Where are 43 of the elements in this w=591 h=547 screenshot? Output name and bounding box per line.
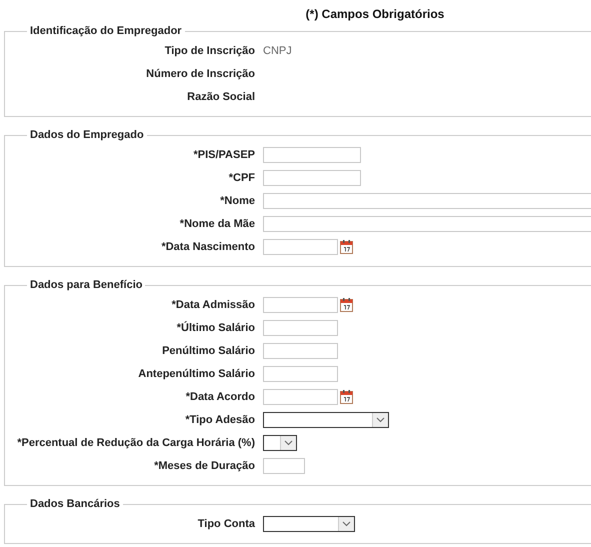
calendar-icon[interactable] bbox=[340, 298, 353, 312]
field-label: Antepenúltimo Salário bbox=[138, 368, 255, 380]
input-field[interactable] bbox=[263, 342, 338, 358]
field-label: Penúltimo Salário bbox=[162, 344, 255, 356]
field-label: *Nome bbox=[220, 194, 255, 206]
field-label: *PIS/PASEP bbox=[193, 148, 255, 160]
input-field[interactable] bbox=[263, 458, 305, 474]
calendar-icon[interactable] bbox=[340, 240, 353, 254]
field-label: *Último Salário bbox=[176, 322, 255, 334]
date-field[interactable] bbox=[263, 296, 338, 312]
field-label: Número de Inscrição bbox=[146, 68, 255, 80]
field-value: CNPJ bbox=[263, 44, 292, 56]
field-label: *Data Admissão bbox=[172, 298, 255, 310]
dropdown-field[interactable] bbox=[263, 516, 355, 532]
input-field[interactable] bbox=[263, 170, 361, 186]
required-fields-note: (*) Campos Obrigatórios bbox=[304, 6, 446, 23]
chevron-down-icon bbox=[342, 520, 351, 526]
field-label: *Data Nascimento bbox=[161, 240, 255, 252]
field-label: *Percentual de Redução da Carga Horária (%) bbox=[17, 436, 255, 448]
section-legend: Dados do Empregado bbox=[27, 129, 147, 141]
section-legend: Dados Bancários bbox=[27, 498, 123, 510]
field-label: Tipo Conta bbox=[198, 518, 255, 530]
field-label: *Tipo Adesão bbox=[185, 414, 255, 426]
chevron-down-icon bbox=[376, 416, 385, 422]
section-legend: Identificação do Empregador bbox=[27, 25, 185, 37]
section-legend: Dados para Benefício bbox=[27, 279, 146, 291]
date-field[interactable] bbox=[263, 238, 338, 254]
field-label: *Nome da Mãe bbox=[180, 218, 255, 230]
chevron-down-icon bbox=[284, 440, 293, 446]
input-field[interactable] bbox=[263, 216, 591, 232]
input-field[interactable] bbox=[263, 366, 338, 382]
field-label: Razão Social bbox=[187, 90, 255, 102]
date-field[interactable] bbox=[263, 388, 338, 404]
field-label: Tipo de Inscrição bbox=[164, 44, 255, 56]
field-label: *Data Acordo bbox=[186, 390, 255, 402]
input-field[interactable] bbox=[263, 320, 338, 336]
field-label: *Meses de Duração bbox=[154, 460, 255, 472]
dropdown-field[interactable] bbox=[263, 412, 389, 428]
dropdown-field[interactable] bbox=[263, 434, 297, 450]
calendar-icon[interactable] bbox=[340, 390, 353, 404]
field-label: *CPF bbox=[228, 172, 255, 184]
input-field[interactable] bbox=[263, 192, 591, 208]
input-field[interactable] bbox=[263, 146, 361, 162]
